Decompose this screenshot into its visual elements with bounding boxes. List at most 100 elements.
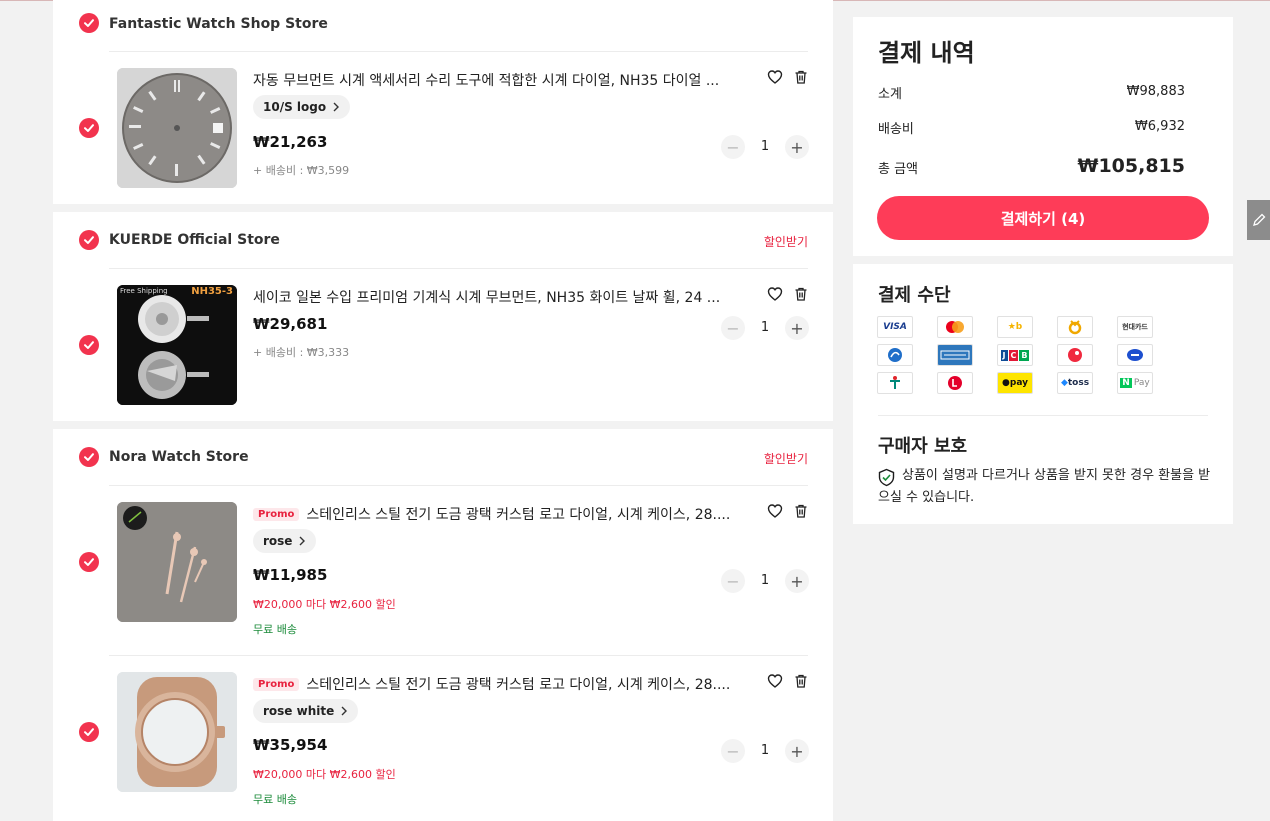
store-name[interactable]: Nora Watch Store <box>109 449 249 465</box>
hyundai-card-icon: 현대카드 <box>1117 316 1153 338</box>
check-icon <box>84 19 94 27</box>
image-tag-model: NH35-3 <box>191 286 233 297</box>
item-select-checkbox[interactable] <box>79 118 99 138</box>
store-card-kuerde: KUERDE Official Store 할인받기 Free Shipping… <box>53 212 833 421</box>
amex-icon <box>937 344 973 366</box>
product-image[interactable] <box>117 502 237 622</box>
item-select-checkbox[interactable] <box>79 722 99 742</box>
heart-icon[interactable] <box>767 673 783 689</box>
product-title[interactable]: Promo 스테인리스 스틸 전기 도금 광택 커스텀 로고 다이얼, 시계 케이… <box>253 504 743 524</box>
decrease-quantity-button[interactable]: − <box>721 569 745 593</box>
decrease-quantity-button[interactable]: − <box>721 739 745 763</box>
shinhan-card-icon <box>877 344 913 366</box>
total-label: 총 금액 <box>878 162 919 177</box>
store-select-checkbox[interactable] <box>79 13 99 33</box>
feedback-tab[interactable] <box>1247 200 1270 240</box>
store-card-fantastic-watch: Fantastic Watch Shop Store 자동 무브먼트 시계 액세… <box>53 0 833 204</box>
variant-selector[interactable]: rose white <box>253 699 359 723</box>
promo-badge: Promo <box>253 508 300 521</box>
product-price: ₩35,954 <box>253 736 328 754</box>
buyer-protection-text: 상품이 설명과 다르거나 상품을 받지 못한 경우 환불을 받으실 수 있습니다… <box>878 468 1211 505</box>
store-header: Fantastic Watch Shop Store <box>53 0 833 51</box>
check-icon <box>84 558 94 566</box>
trash-icon[interactable] <box>793 69 809 85</box>
promo-badge: Promo <box>253 678 300 691</box>
variant-selector[interactable]: 10/S logo <box>253 95 351 119</box>
divider <box>109 655 808 656</box>
variant-selector[interactable]: rose <box>253 529 317 553</box>
trash-icon[interactable] <box>793 503 809 519</box>
get-coupon-link[interactable]: 할인받기 <box>764 450 808 467</box>
product-title[interactable]: 세이코 일본 수입 프리미엄 기계식 시계 무브먼트, NH35 화이트 날짜 … <box>253 287 743 307</box>
pencil-icon <box>1252 213 1265 226</box>
check-icon <box>84 341 94 349</box>
quantity-value[interactable]: 1 <box>753 320 777 335</box>
payment-methods-title: 결제 수단 <box>878 285 951 306</box>
chevron-right-icon <box>341 706 348 716</box>
product-price: ₩11,985 <box>253 566 328 584</box>
heart-icon[interactable] <box>767 286 783 302</box>
cart-item: Promo 스테인리스 스틸 전기 도금 광택 커스텀 로고 다이얼, 시계 케이… <box>53 492 833 655</box>
chevron-right-icon <box>299 536 306 546</box>
decrease-quantity-button[interactable]: − <box>721 316 745 340</box>
get-coupon-link[interactable]: 할인받기 <box>764 233 808 250</box>
samsung-card-icon <box>1117 344 1153 366</box>
variant-label: rose white <box>263 704 335 718</box>
shipping-label: 배송비 <box>878 122 914 137</box>
quantity-value[interactable]: 1 <box>753 573 777 588</box>
heart-icon[interactable] <box>767 503 783 519</box>
store-select-checkbox[interactable] <box>79 447 99 467</box>
store-name[interactable]: Fantastic Watch Shop Store <box>109 16 328 32</box>
check-icon <box>84 124 94 132</box>
product-title-text: 스테인리스 스틸 전기 도금 광택 커스텀 로고 다이얼, 시계 케이스, 28… <box>306 507 731 523</box>
increase-quantity-button[interactable]: + <box>785 739 809 763</box>
shipping-fee: + 배송비 : ₩3,599 <box>253 164 350 177</box>
store-name[interactable]: KUERDE Official Store <box>109 232 280 248</box>
quantity-value[interactable]: 1 <box>753 139 777 154</box>
increase-quantity-button[interactable]: + <box>785 316 809 340</box>
nh-card-icon <box>1057 316 1093 338</box>
product-image[interactable]: Free Shipping NH35-3 <box>117 285 237 405</box>
watch-dial-image <box>117 68 237 188</box>
quantity-value[interactable]: 1 <box>753 743 777 758</box>
heart-icon[interactable] <box>767 69 783 85</box>
bc-card-icon <box>1057 344 1093 366</box>
free-shipping-label: 무료 배송 <box>253 623 297 636</box>
free-shipping-label: 무료 배송 <box>253 793 297 806</box>
watch-case-image <box>117 672 237 792</box>
product-image[interactable] <box>117 672 237 792</box>
trash-icon[interactable] <box>793 673 809 689</box>
variant-label: rose <box>263 534 293 548</box>
movement-image <box>117 285 237 405</box>
variant-label: 10/S logo <box>263 100 327 114</box>
product-image[interactable] <box>117 68 237 188</box>
discount-info: ₩20,000 마다 ₩2,600 할인 <box>253 598 396 611</box>
item-select-checkbox[interactable] <box>79 335 99 355</box>
image-tag-free-shipping: Free Shipping <box>120 287 168 295</box>
store-card-nora-watch: Nora Watch Store 할인받기 Promo 스테인리스 스틸 전기 도… <box>53 429 833 821</box>
total-value: ₩105,815 <box>1077 155 1186 177</box>
check-icon <box>84 453 94 461</box>
shipping-fee: + 배송비 : ₩3,333 <box>253 346 350 359</box>
store-select-checkbox[interactable] <box>79 230 99 250</box>
divider <box>878 415 1208 416</box>
cart-item: 자동 무브먼트 시계 액세서리 수리 도구에 적합한 시계 다이얼, NH35 … <box>53 58 833 198</box>
payment-panel: 결제 수단 VISA ★b 현대카드 JCB ● pay ◆ toss N Pay 구… <box>853 264 1233 524</box>
product-title[interactable]: 자동 무브먼트 시계 액세서리 수리 도구에 적합한 시계 다이얼, NH35 … <box>253 70 743 90</box>
store-header: Nora Watch Store 할인받기 <box>53 429 833 485</box>
hana-card-icon <box>877 372 913 394</box>
product-price: ₩29,681 <box>253 315 328 333</box>
decrease-quantity-button[interactable]: − <box>721 135 745 159</box>
subtotal-label: 소계 <box>878 87 902 102</box>
kb-card-icon: ★b <box>997 316 1033 338</box>
discount-info: ₩20,000 마다 ₩2,600 할인 <box>253 768 396 781</box>
divider <box>109 268 808 269</box>
product-title[interactable]: Promo 스테인리스 스틸 전기 도금 광택 커스텀 로고 다이얼, 시계 케이… <box>253 674 743 694</box>
lotte-card-icon <box>937 372 973 394</box>
trash-icon[interactable] <box>793 286 809 302</box>
divider <box>109 485 808 486</box>
item-select-checkbox[interactable] <box>79 552 99 572</box>
increase-quantity-button[interactable]: + <box>785 135 809 159</box>
increase-quantity-button[interactable]: + <box>785 569 809 593</box>
checkout-button[interactable]: 결제하기 (4) <box>877 196 1209 240</box>
